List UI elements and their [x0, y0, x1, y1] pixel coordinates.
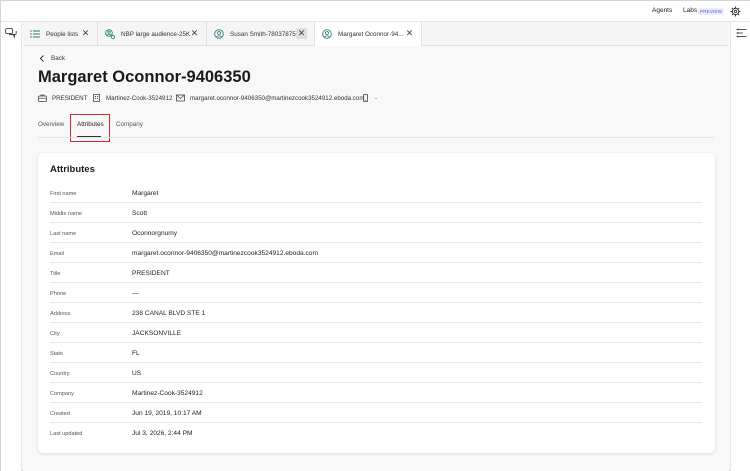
person-icon: [322, 29, 332, 39]
chevron-left-icon: [39, 55, 44, 62]
attribute-key: Company: [50, 391, 74, 397]
attribute-key: Email: [50, 251, 64, 257]
attributes-card: Attributes First name Margaret Middle nam…: [38, 153, 715, 453]
tab-nbp-audience[interactable]: NBP large audience-25K ✕: [98, 22, 207, 46]
attribute-value: Jul 3, 2026, 2:44 PM: [132, 430, 193, 437]
divider: [38, 137, 714, 138]
tab-label: Susan Smith-780378757: [230, 30, 300, 38]
close-icon[interactable]: ✕: [296, 28, 307, 39]
attribute-key: Created: [50, 411, 70, 417]
meta-email: margaret.oconnor-9406350@martinezcook352…: [176, 94, 365, 102]
back-label: Back: [51, 55, 65, 62]
chat-icon[interactable]: [5, 28, 17, 38]
attribute-row: First name Margaret: [50, 183, 702, 203]
attribute-value: Scott: [132, 210, 148, 217]
attribute-row: Email margaret.oconnor-9406350@martinezco…: [50, 243, 702, 263]
main-content: Back Margaret Oconnor-9406350 PRESIDENT …: [23, 47, 729, 471]
list-settings-icon[interactable]: [736, 28, 747, 38]
tab-label: People lists: [46, 30, 79, 38]
attribute-key: First name: [50, 191, 77, 197]
phone-icon: [363, 94, 368, 102]
right-rail: [730, 22, 750, 471]
attribute-row: Country US: [50, 363, 702, 383]
attribute-row: Last updated Jul 3, 2026, 2:44 PM: [50, 423, 702, 443]
attribute-value: Martinez-Cook-3524912: [132, 390, 203, 397]
attribute-row: Last name Oconnorgnumy: [50, 223, 702, 243]
attribute-value: —: [132, 290, 139, 297]
subtab-company[interactable]: Company: [116, 121, 143, 128]
attribute-value: margaret.oconnor-9406350@martinezcook352…: [132, 250, 318, 257]
gear-icon[interactable]: [730, 6, 741, 17]
meta-title-text: PRESIDENT: [52, 94, 88, 102]
meta-company: Martinez-Cook-3524912: [92, 94, 172, 102]
agents-link[interactable]: Agents: [652, 7, 672, 14]
attribute-value: Jun 19, 2019, 10:17 AM: [132, 410, 202, 417]
attribute-row: Created Jun 19, 2019, 10:17 AM: [50, 403, 702, 423]
meta-phone: -: [361, 94, 377, 102]
attribute-value: US: [132, 370, 142, 377]
subtab-overview[interactable]: Overview: [38, 121, 64, 128]
attribute-key: Address: [50, 311, 71, 317]
attribute-row: Middle name Scott: [50, 203, 702, 223]
attribute-row: Address 238 CANAL BLVD STE 1: [50, 303, 702, 323]
attribute-value: 238 CANAL BLVD STE 1: [132, 310, 206, 317]
attribute-row: Company Martinez-Cook-3524912: [50, 383, 702, 403]
page-title: Margaret Oconnor-9406350: [38, 68, 251, 86]
attribute-row: Title PRESIDENT: [50, 263, 702, 283]
meta-company-text: Martinez-Cook-3524912: [106, 94, 173, 102]
attributes-list: First name Margaret Middle name Scott Last…: [50, 183, 702, 443]
attribute-row: Phone —: [50, 283, 702, 303]
attribute-key: Last updated: [50, 431, 83, 437]
tab-bar: People lists ✕ NBP large audience-25K ✕ …: [23, 22, 729, 46]
tab-people-lists[interactable]: People lists ✕: [23, 22, 98, 46]
attribute-key: State: [50, 351, 64, 357]
attribute-key: Country: [50, 371, 70, 377]
preview-badge: PREVIEW: [698, 8, 725, 15]
labs-link[interactable]: Labs: [683, 7, 697, 14]
briefcase-icon: [38, 94, 47, 102]
close-icon[interactable]: ✕: [80, 28, 91, 39]
list-icon: [30, 30, 40, 38]
mail-icon: [176, 94, 185, 102]
attribute-row: State FL: [50, 343, 702, 363]
close-icon[interactable]: ✕: [189, 28, 200, 39]
attribute-key: Middle name: [50, 211, 83, 217]
meta-title: PRESIDENT: [38, 94, 87, 102]
app-window: Agents Labs PREVIEW People lists ✕ NBP l…: [0, 0, 750, 471]
tab-label: Margaret Oconnor-94...: [338, 30, 404, 38]
building-icon: [93, 94, 100, 102]
attribute-key: Last name: [50, 231, 77, 237]
attribute-key: Title: [50, 271, 61, 277]
attribute-key: Phone: [50, 291, 67, 297]
left-rail: [1, 22, 22, 471]
attribute-value: FL: [132, 350, 140, 357]
meta-email-text: margaret.oconnor-9406350@martinezcook352…: [190, 94, 365, 102]
attribute-value: PRESIDENT: [132, 270, 170, 277]
attribute-value: Margaret: [132, 190, 159, 197]
attribute-row: City JACKSONVILLE: [50, 323, 702, 343]
person-icon: [214, 29, 224, 39]
tab-label: NBP large audience-25K: [121, 30, 191, 38]
meta-phone-text: -: [375, 94, 378, 102]
tab-susan-smith[interactable]: Susan Smith-780378757 ✕: [207, 22, 315, 46]
close-icon[interactable]: ✕: [404, 28, 415, 39]
card-heading: Attributes: [50, 164, 95, 175]
attribute-value: Oconnorgnumy: [132, 230, 178, 237]
back-link[interactable]: Back: [39, 55, 65, 62]
tab-margaret-oconnor[interactable]: Margaret Oconnor-94... ✕: [315, 22, 422, 46]
attribute-key: City: [50, 331, 60, 337]
attribute-value: JACKSONVILLE: [132, 330, 182, 337]
top-bar: Agents Labs PREVIEW: [1, 1, 750, 22]
audience-icon: [105, 29, 115, 39]
